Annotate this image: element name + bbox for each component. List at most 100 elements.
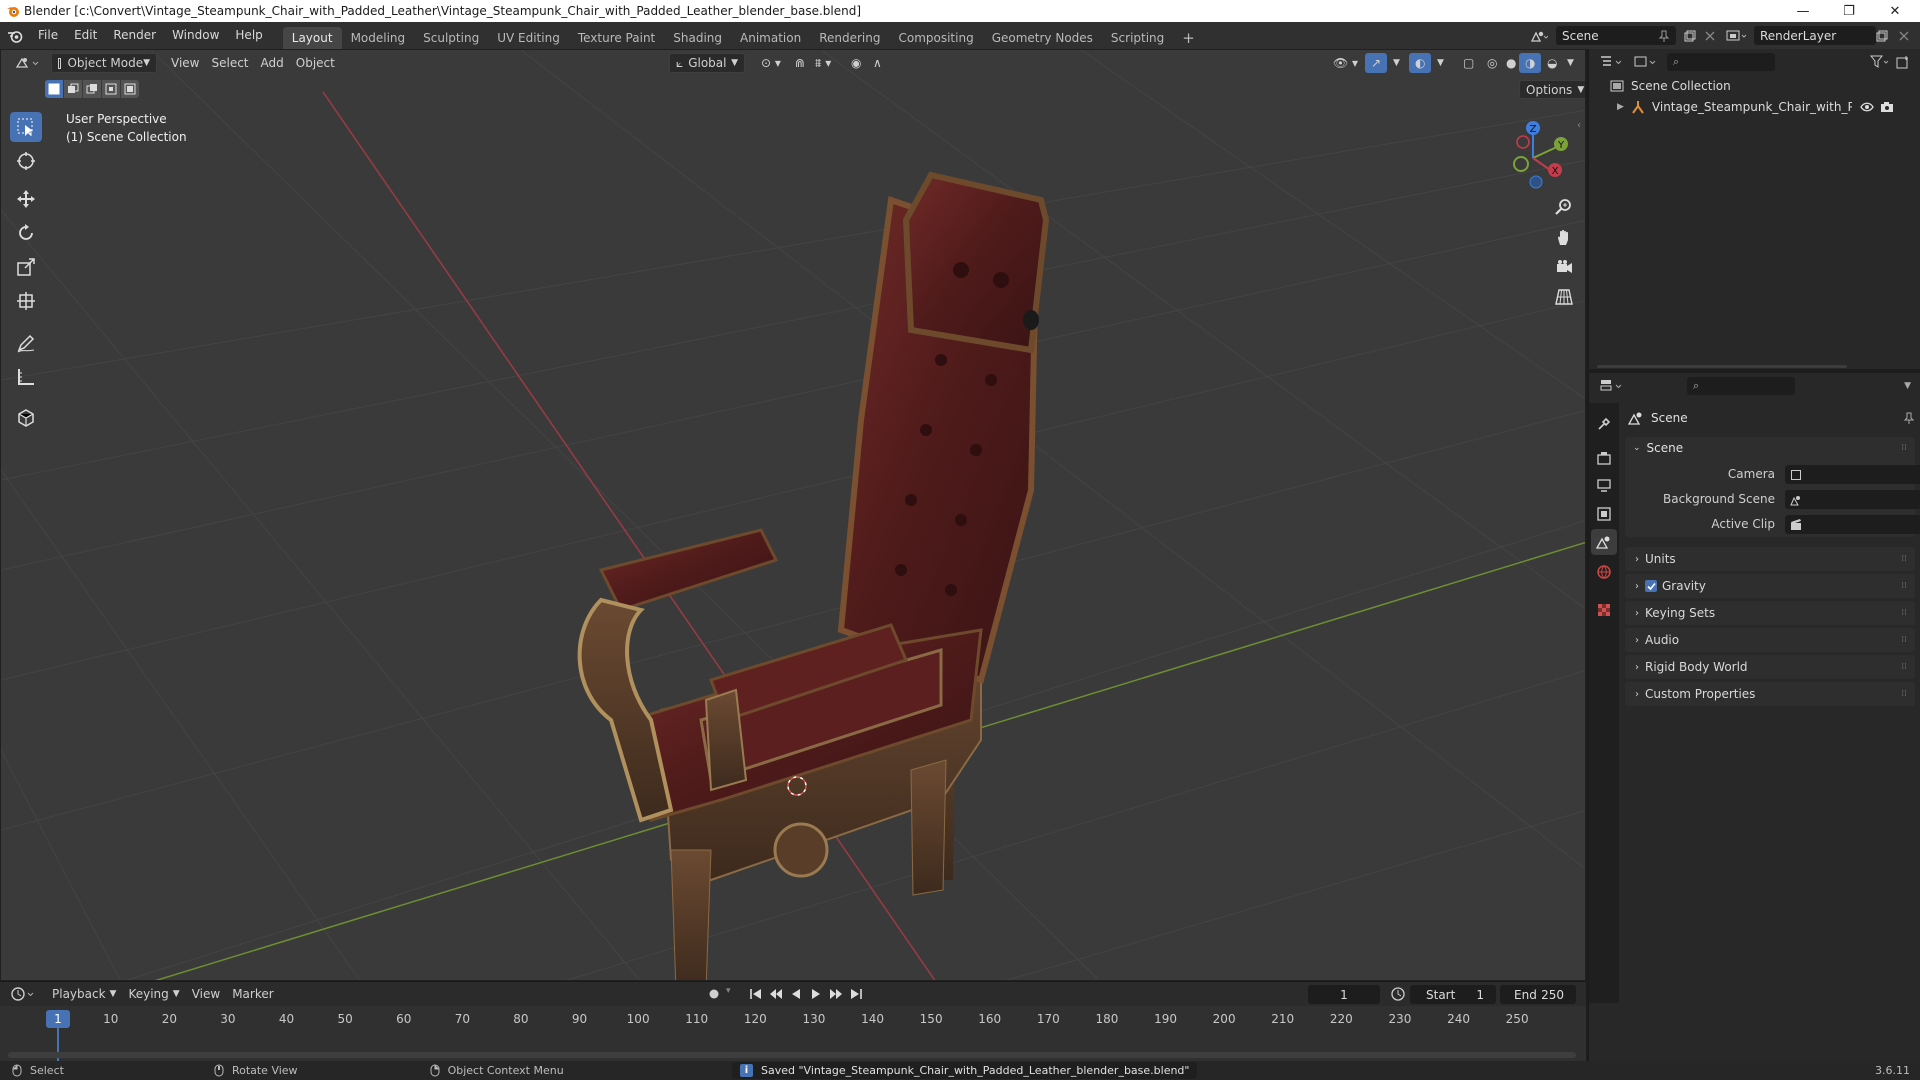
menu-help[interactable]: Help — [227, 22, 270, 49]
status-report-message[interactable]: i Saved "Vintage_Steampunk_Chair_with_Pa… — [732, 1062, 1198, 1079]
steampunk-chair-model[interactable] — [561, 160, 1061, 981]
gizmo-dropdown-icon[interactable]: ▼ — [1387, 53, 1406, 73]
pin-icon[interactable] — [1903, 412, 1915, 424]
tab-scripting[interactable]: Scripting — [1102, 27, 1173, 49]
sidebar-toggle-icon[interactable]: ‹ — [1577, 120, 1581, 131]
render-camera-icon[interactable] — [1880, 101, 1896, 113]
snap-icon[interactable]: ⋒ — [789, 53, 811, 73]
outliner-row[interactable]: ▶ Vintage_Steampunk_Chair_with_Paddec — [1589, 97, 1920, 117]
select-extend-icon[interactable] — [64, 80, 82, 98]
properties-editor-type-icon[interactable] — [1599, 376, 1625, 396]
xray-toggle-icon[interactable]: ▢ — [1457, 53, 1480, 73]
properties-options-icon[interactable]: ▼ — [1904, 381, 1911, 391]
proportional-falloff-icon[interactable]: ∧ — [867, 53, 888, 73]
active-clip-field[interactable] — [1785, 515, 1920, 534]
pan-view-button[interactable] — [1551, 224, 1577, 250]
jump-to-start-icon[interactable] — [746, 985, 766, 1003]
tool-measure[interactable] — [10, 362, 42, 392]
select-subtract-icon[interactable] — [83, 80, 101, 98]
texture-tab-icon[interactable] — [1593, 599, 1615, 621]
overlays-toggle-icon[interactable]: ◐ — [1409, 53, 1432, 73]
tool-add-cube[interactable] — [10, 402, 42, 432]
view-layer-browse-icon[interactable] — [1722, 26, 1752, 45]
viewport-menu-object[interactable]: Object — [290, 53, 341, 73]
expand-arrow-icon[interactable]: ▶ — [1617, 102, 1624, 112]
scene-browse-icon[interactable] — [1526, 26, 1552, 45]
end-frame-field[interactable]: End 250 — [1500, 985, 1576, 1004]
eye-visibility-icon[interactable] — [1860, 102, 1876, 112]
units-panel-header[interactable]: › Units ⁞⁞ — [1625, 547, 1915, 571]
menu-window[interactable]: Window — [164, 22, 227, 49]
tab-geometry-nodes[interactable]: Geometry Nodes — [983, 27, 1102, 49]
proportional-edit-icon[interactable]: ◉ — [845, 53, 867, 73]
jump-to-keyframe-back-icon[interactable] — [766, 985, 786, 1003]
camera-view-button[interactable] — [1551, 254, 1577, 280]
select-invert-icon[interactable] — [102, 80, 120, 98]
menu-render[interactable]: Render — [105, 22, 164, 49]
snap-target-icon[interactable]: ⩩ ▾ — [809, 53, 837, 73]
output-tab-icon[interactable] — [1593, 475, 1615, 497]
menu-edit[interactable]: Edit — [66, 22, 105, 49]
scene-subpanel-header[interactable]: ⌄ Scene ⁞⁞ — [1625, 437, 1915, 459]
drag-handle-icon[interactable]: ⁞⁞ — [1901, 581, 1907, 591]
keying-sets-panel-header[interactable]: › Keying Sets ⁞⁞ — [1625, 601, 1915, 625]
world-tab-icon[interactable] — [1593, 561, 1615, 583]
perspective-toggle-button[interactable] — [1551, 284, 1577, 310]
material-shading-icon[interactable]: ◑ — [1519, 53, 1542, 73]
timeline-menu-keying[interactable]: Keying ▼ — [122, 984, 185, 1004]
scene-tab-icon[interactable] — [1591, 529, 1617, 555]
tool-select-box[interactable] — [10, 112, 42, 142]
drag-handle-icon[interactable]: ⁞⁞ — [1901, 554, 1907, 564]
select-new-icon[interactable] — [45, 80, 63, 98]
viewport-menu-view[interactable]: View — [165, 53, 205, 73]
minimize-button[interactable]: — — [1780, 0, 1826, 22]
options-dropdown[interactable]: Options ▼ — [1519, 80, 1585, 99]
scene-collection-row[interactable]: Scene Collection — [1609, 77, 1731, 95]
tab-uv-editing[interactable]: UV Editing — [488, 27, 569, 49]
background-scene-field[interactable] — [1785, 490, 1920, 509]
visibility-icon[interactable]: 👁 ▾ — [1327, 53, 1364, 73]
tool-move[interactable] — [10, 184, 42, 214]
drag-handle-icon[interactable]: ⁞⁞ — [1901, 443, 1907, 453]
close-button[interactable]: ✕ — [1872, 0, 1918, 22]
camera-field[interactable] — [1785, 465, 1920, 484]
tab-modeling[interactable]: Modeling — [342, 27, 415, 49]
outliner-scrollbar[interactable] — [1597, 365, 1847, 368]
tool-settings-tab-icon[interactable] — [1593, 413, 1615, 435]
tab-shading[interactable]: Shading — [664, 27, 731, 49]
properties-search-input[interactable]: ⌕ — [1687, 377, 1795, 395]
drag-handle-icon[interactable]: ⁞⁞ — [1901, 662, 1907, 672]
timeline-scrollbar[interactable] — [8, 1052, 1576, 1058]
tab-texture-paint[interactable]: Texture Paint — [569, 27, 664, 49]
editor-type-icon[interactable] — [9, 53, 47, 73]
new-scene-icon[interactable] — [1680, 26, 1700, 45]
chevron-down-icon[interactable]: ▾ — [726, 986, 731, 996]
audio-panel-header[interactable]: › Audio ⁞⁞ — [1625, 628, 1915, 652]
outliner-search-input[interactable]: ⌕ — [1667, 53, 1775, 71]
pivot-point-icon[interactable]: ⊙ ▾ — [755, 53, 787, 73]
viewport-menu-add[interactable]: Add — [255, 53, 290, 73]
gravity-panel-header[interactable]: › Gravity ⁞⁞ — [1625, 574, 1915, 598]
gravity-checkbox[interactable] — [1645, 580, 1657, 592]
maximize-button[interactable]: ❐ — [1826, 0, 1872, 22]
render-tab-icon[interactable] — [1593, 447, 1615, 469]
playhead-frame-indicator[interactable]: 1 — [46, 1010, 70, 1028]
tool-scale[interactable] — [10, 252, 42, 282]
viewport-menu-select[interactable]: Select — [205, 53, 254, 73]
tab-layout[interactable]: Layout — [282, 27, 342, 49]
tab-sculpting[interactable]: Sculpting — [414, 27, 488, 49]
gizmo-toggle-icon[interactable]: ↗ — [1365, 53, 1388, 73]
timeline-menu-marker[interactable]: Marker — [226, 984, 279, 1004]
timeline-ruler-area[interactable]: 1 10 20 30 40 50 60 70 80 90 100 110 120 130 140 150 16… — [0, 1006, 1586, 1062]
view-layer-name-field[interactable]: RenderLayer — [1754, 26, 1876, 45]
new-view-layer-icon[interactable] — [1872, 26, 1892, 45]
use-preview-range-icon[interactable] — [1388, 985, 1408, 1003]
add-workspace-button[interactable]: + — [1173, 27, 1204, 49]
object-mode-dropdown[interactable]: Object Mode ▼ — [51, 53, 157, 73]
tool-cursor[interactable] — [10, 146, 42, 176]
drag-handle-icon[interactable]: ⁞⁞ — [1901, 608, 1907, 618]
display-mode-icon[interactable] — [1633, 52, 1659, 72]
timeline-menu-playback[interactable]: Playback ▼ — [46, 984, 122, 1004]
tool-annotate[interactable] — [10, 328, 42, 358]
timeline-editor-type-icon[interactable] — [10, 984, 38, 1004]
